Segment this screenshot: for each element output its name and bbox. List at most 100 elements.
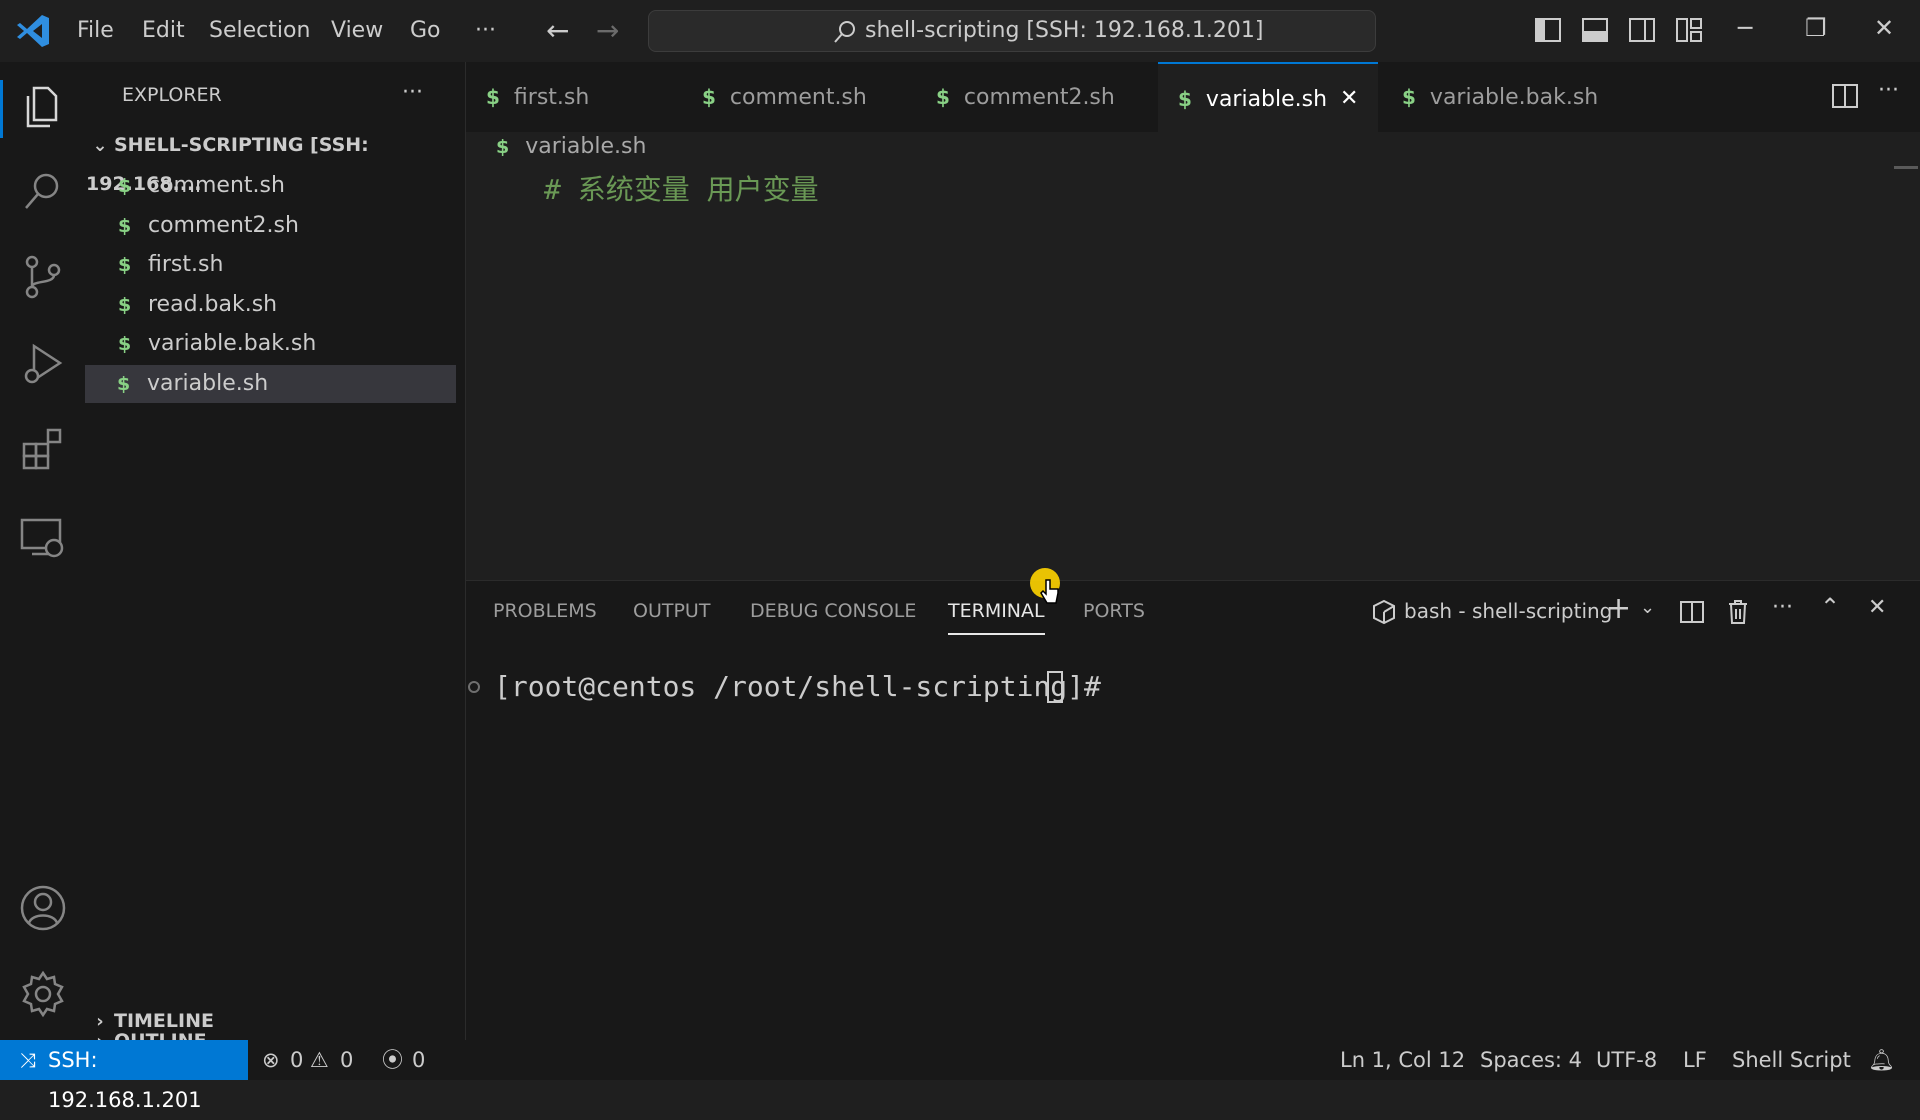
remote-indicator[interactable]: ⤨ SSH: 192.168.1.201 [0, 1040, 248, 1112]
file-name: read.bak.sh [148, 292, 278, 317]
minimap-marker [1894, 166, 1918, 169]
tab-comment2-sh[interactable]: $ comment2.sh [936, 62, 1156, 132]
timeline-label: TIMELINE [114, 1010, 214, 1032]
menu-view[interactable]: View [331, 0, 383, 62]
encoding[interactable]: UTF-8 [1596, 1040, 1657, 1080]
file-item[interactable]: $ variable.bak.sh [86, 325, 466, 363]
panel-tab-terminal[interactable]: TERMINAL [948, 581, 1045, 641]
explorer-sidebar: EXPLORER ··· ⌄ SHELL-SCRIPTING [SSH: 192.… [85, 62, 466, 1058]
new-terminal-icon[interactable]: + [1606, 591, 1631, 626]
line-ending[interactable]: LF [1683, 1040, 1707, 1080]
code-line-1: # 系统变量 用户变量 [544, 173, 819, 206]
close-tab-icon[interactable]: ✕ [1340, 64, 1358, 134]
command-center-text: shell-scripting [SSH: 192.168.1.201] [865, 18, 1264, 43]
file-item-selected[interactable]: $ variable.sh [85, 365, 456, 403]
remote-icon: ⤨ [20, 1048, 36, 1072]
menu-more[interactable]: ··· [475, 0, 496, 62]
restore-icon[interactable]: ❐ [1805, 14, 1827, 42]
file-name: variable.bak.sh [148, 331, 317, 356]
trash-icon[interactable] [1727, 599, 1749, 625]
tab-label: variable.bak.sh [1429, 85, 1599, 110]
shell-file-icon: $ [702, 85, 716, 109]
sidebar-title: EXPLORER [122, 84, 222, 106]
editor-more-icon[interactable]: ··· [1878, 78, 1899, 103]
accounts-icon[interactable] [18, 883, 68, 933]
shell-file-icon: $ [1402, 85, 1416, 109]
back-arrow-icon[interactable]: ← [546, 14, 569, 47]
command-center[interactable]: shell-scripting [SSH: 192.168.1.201] [648, 10, 1376, 52]
shell-file-icon: $ [486, 85, 500, 109]
search-icon [834, 21, 855, 43]
shell-file-icon: $ [118, 175, 132, 197]
run-debug-icon[interactable] [18, 338, 68, 388]
tab-comment-sh[interactable]: $ comment.sh [702, 62, 922, 132]
close-panel-icon[interactable]: ✕ [1868, 595, 1886, 620]
warning-icon[interactable]: ⚠ [310, 1040, 329, 1080]
terminal-area[interactable] [466, 650, 1920, 1050]
language-mode[interactable]: Shell Script [1732, 1040, 1851, 1080]
ports-icon[interactable]: ⦿ [382, 1040, 403, 1080]
panel-tab-debug-console[interactable]: DEBUG CONSOLE [750, 581, 916, 641]
split-terminal-icon[interactable] [1680, 601, 1704, 623]
indentation[interactable]: Spaces: 4 [1480, 1040, 1582, 1080]
menu-file[interactable]: File [77, 0, 114, 62]
source-control-icon[interactable] [18, 252, 68, 302]
errors-icon[interactable]: ⊗ [262, 1040, 280, 1080]
chevron-right-icon: › [96, 1011, 104, 1032]
tab-label: first.sh [513, 85, 590, 110]
file-name: comment2.sh [148, 213, 299, 238]
tab-variable-sh[interactable]: $ variable.sh ✕ [1158, 62, 1378, 132]
forward-arrow-icon[interactable]: → [596, 14, 619, 47]
terminal-name[interactable]: bash - shell-scripting [1404, 599, 1612, 623]
extensions-icon[interactable] [18, 424, 68, 474]
hand-pointer-icon [1040, 579, 1059, 604]
minimize-icon[interactable]: ─ [1738, 14, 1752, 42]
menu-selection[interactable]: Selection [209, 0, 310, 62]
shell-file-icon: $ [118, 215, 132, 237]
tab-label: variable.sh [1205, 87, 1328, 112]
menu-edit[interactable]: Edit [142, 0, 185, 62]
timeline-section-header[interactable]: › TIMELINE [86, 1002, 466, 1040]
vscode-logo-icon [17, 15, 49, 47]
chevron-down-icon: ⌄ [92, 135, 108, 156]
cursor-position[interactable]: Ln 1, Col 12 [1340, 1040, 1465, 1080]
toggle-secondary-sidebar-icon[interactable] [1629, 18, 1655, 42]
remote-explorer-icon[interactable] [18, 512, 68, 562]
tab-variable-bak-sh[interactable]: $ variable.bak.sh [1402, 62, 1662, 132]
panel-tab-output[interactable]: OUTPUT [633, 581, 710, 641]
remote-label: SSH: 192.168.1.201 [48, 1048, 202, 1112]
root-folder-header[interactable]: ⌄ SHELL-SCRIPTING [SSH: 192.168.... [86, 126, 466, 195]
menu-go[interactable]: Go [410, 0, 441, 62]
close-window-icon[interactable]: ✕ [1874, 14, 1894, 42]
explorer-icon[interactable] [18, 82, 68, 132]
customize-layout-icon[interactable] [1676, 18, 1702, 42]
maximize-panel-icon[interactable]: ⌃ [1820, 593, 1840, 621]
file-name: variable.sh [147, 371, 269, 396]
terminal-dropdown-icon[interactable]: ⌄ [1640, 597, 1655, 618]
breadcrumb-file: variable.sh [525, 134, 647, 159]
shell-file-icon: $ [1178, 87, 1192, 111]
file-item[interactable]: $ comment.sh [86, 167, 466, 205]
tab-first-sh[interactable]: $ first.sh [486, 62, 686, 132]
tab-label: comment2.sh [963, 85, 1115, 110]
notifications-bell-icon[interactable]: 🔔︎ [1868, 1040, 1895, 1080]
warning-count[interactable]: 0 [340, 1040, 353, 1080]
panel-tab-ports[interactable]: PORTS [1083, 581, 1145, 641]
ports-count[interactable]: 0 [412, 1040, 425, 1080]
editor-tabs: $ first.sh $ comment.sh $ comment2.sh $ vari… [466, 62, 1920, 132]
toggle-primary-sidebar-icon[interactable] [1535, 18, 1561, 42]
file-item[interactable]: $ read.bak.sh [86, 286, 466, 324]
split-editor-icon[interactable] [1832, 84, 1858, 108]
file-item[interactable]: $ comment2.sh [86, 207, 466, 245]
file-name: comment.sh [148, 173, 285, 198]
explorer-more-icon[interactable]: ··· [402, 80, 423, 105]
panel-more-icon[interactable]: ··· [1772, 595, 1793, 620]
shell-file-icon: $ [118, 254, 132, 276]
file-item[interactable]: $ first.sh [86, 246, 466, 284]
panel-tab-problems[interactable]: PROBLEMS [493, 581, 597, 641]
search-view-icon[interactable] [18, 166, 68, 216]
manage-gear-icon[interactable] [18, 969, 68, 1019]
error-count[interactable]: 0 [290, 1040, 303, 1080]
breadcrumb[interactable]: $ variable.sh [496, 132, 646, 162]
toggle-panel-icon[interactable] [1582, 18, 1608, 42]
